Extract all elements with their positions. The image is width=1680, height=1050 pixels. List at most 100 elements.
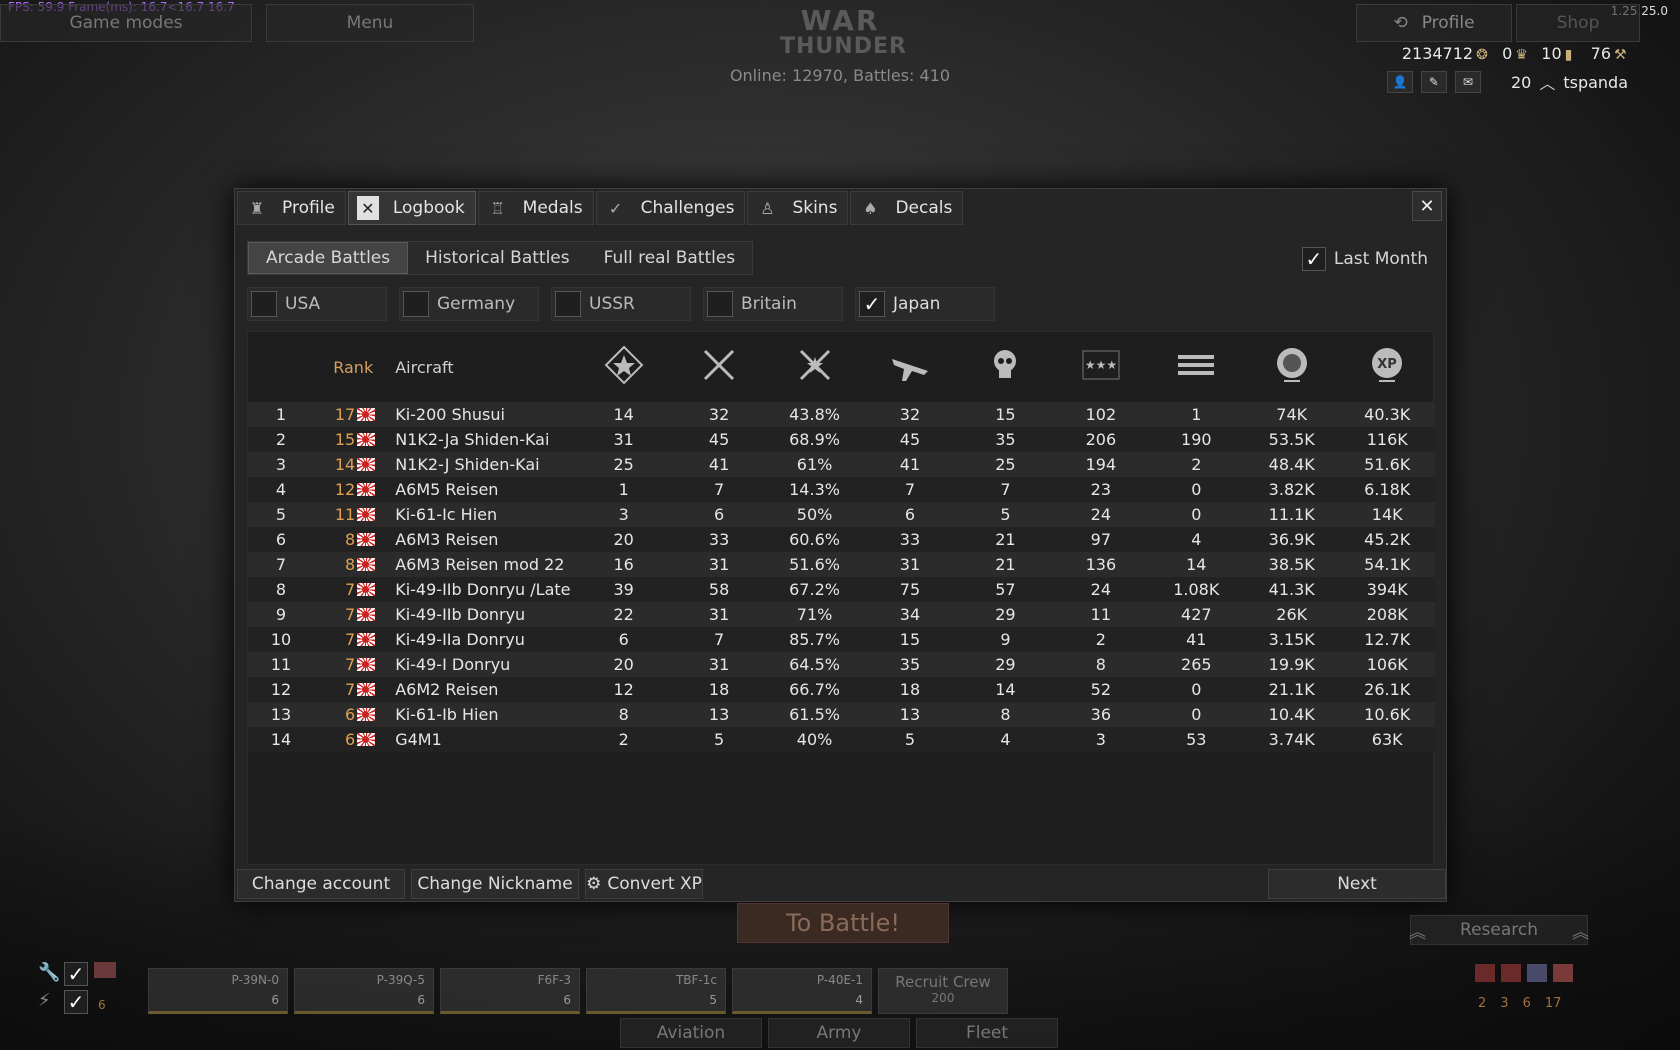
decals-icon: ♠: [863, 198, 878, 218]
header-air-kills[interactable]: ★★★: [1053, 332, 1148, 402]
row-stat: 35: [899, 655, 921, 674]
last-month-toggle[interactable]: ✓ Last Month: [1301, 247, 1428, 271]
crew-slot-3[interactable]: F6F-3 6: [440, 968, 580, 1014]
table-row[interactable]: 4 12 A6M5 Reisen 1 7 14.3% 7 7 23 0 3.82K 6.18K: [248, 477, 1435, 502]
tab-logbook[interactable]: ✕ Logbook: [347, 191, 476, 225]
change-nickname-button[interactable]: Change Nickname: [411, 869, 579, 899]
row-aircraft-name: Ki-49-IIb Donryu: [395, 605, 526, 624]
crew-slot-2[interactable]: P-39Q-5 6: [294, 968, 434, 1014]
ussr-checkbox[interactable]: [555, 291, 581, 317]
row-index: 8: [275, 580, 287, 599]
tab-medals[interactable]: ♖ Medals: [477, 191, 594, 225]
country-germany[interactable]: Germany: [399, 287, 539, 321]
country-ussr[interactable]: USSR: [551, 287, 691, 321]
japan-flag-icon: [357, 458, 376, 471]
country-usa[interactable]: USA: [247, 287, 387, 321]
menu-button[interactable]: Menu: [266, 4, 474, 42]
row-index: 10: [270, 630, 292, 649]
row-stat: 31: [899, 555, 921, 574]
header-deaths[interactable]: [958, 332, 1053, 402]
mode-arcade[interactable]: Arcade Battles: [248, 242, 409, 274]
table-row[interactable]: 10 7 Ki-49-IIa Donryu 6 7 85.7% 15 9 2 41 3.15K 12.…: [248, 627, 1435, 652]
tab-decals[interactable]: ♠ Decals: [850, 191, 964, 225]
row-stat: 12: [613, 680, 634, 699]
shop-button[interactable]: Shop: [1516, 4, 1640, 42]
nav-army[interactable]: Army: [768, 1018, 910, 1048]
tab-challenges[interactable]: ✓ Challenges: [595, 191, 746, 225]
row-stat: 51.6K: [1364, 455, 1411, 474]
tab-skins[interactable]: ♙ Skins: [747, 191, 849, 225]
crew-slot-5[interactable]: P-40E-1 4: [732, 968, 872, 1014]
britain-checkbox[interactable]: [707, 291, 733, 317]
table-row[interactable]: 12 7 A6M2 Reisen 12 18 66.7% 18 14 52 0 21.1K 26.1K: [248, 677, 1435, 702]
header-xp[interactable]: XP: [1339, 332, 1435, 402]
row-stat: 74K: [1276, 405, 1308, 424]
row-stat: 14K: [1371, 505, 1403, 524]
table-row[interactable]: 1 17 Ki-200 Shusui 14 32 43.8% 32 15 102 1 74K 40.3…: [248, 402, 1435, 427]
row-stat: 66.7%: [789, 680, 840, 699]
crew-slot-4[interactable]: TBF-1c 5: [586, 968, 726, 1014]
usa-checkbox[interactable]: [251, 291, 277, 317]
row-stat: 14: [995, 680, 1016, 699]
table-row[interactable]: 11 7 Ki-49-I Donryu 20 31 64.5% 35 29 8 265 19.9K 1…: [248, 652, 1435, 677]
header-rank[interactable]: Rank: [314, 332, 395, 402]
mode-full-real[interactable]: Full real Battles: [587, 242, 753, 274]
chat-icon[interactable]: ✎: [1420, 71, 1447, 93]
tab-profile[interactable]: ♜ Profile: [237, 191, 346, 225]
game-modes-button[interactable]: Game modes: [0, 4, 252, 42]
to-battle-button[interactable]: To Battle!: [737, 903, 949, 943]
header-victories[interactable]: [576, 332, 671, 402]
header-aircraft[interactable]: Aircraft: [395, 332, 576, 402]
row-rank: 7: [314, 677, 395, 702]
table-row[interactable]: 5 11 Ki-61-Ic Hien 3 6 50% 6 5 24 0 11.1K 14K: [248, 502, 1435, 527]
crew-slot-1[interactable]: P-39N-0 6: [148, 968, 288, 1014]
country-japan[interactable]: ✓ Japan: [855, 287, 995, 321]
row-index: 1: [275, 405, 287, 424]
table-row[interactable]: 3 14 N1K2-J Shiden-Kai 25 41 61% 41 25 194 2 48.4K…: [248, 452, 1435, 477]
row-stat: 2: [1095, 630, 1106, 649]
nav-aviation[interactable]: Aviation: [620, 1018, 762, 1048]
table-row[interactable]: 13 6 Ki-61-Ib Hien 8 13 61.5% 13 8 36 0 10.4K 10.6K: [248, 702, 1435, 727]
header-win-ratio[interactable]: [767, 332, 862, 402]
row-stat: 20: [613, 530, 634, 549]
close-button[interactable]: ✕: [1412, 191, 1442, 221]
table-row[interactable]: 14 6 G4M1 2 5 40% 5 4 3 53 3.74K 63K: [248, 727, 1435, 752]
header-silver-lions[interactable]: [1244, 332, 1339, 402]
row-rank: 6: [314, 702, 395, 727]
header-battles[interactable]: [671, 332, 766, 402]
japan-checkbox[interactable]: ✓: [859, 291, 885, 317]
table-row[interactable]: 8 7 Ki-49-IIb Donryu /Late 39 58 67.2% 75 57 24 1…: [248, 577, 1435, 602]
row-stat: 7: [714, 480, 725, 499]
table-row[interactable]: 6 8 A6M3 Reisen 20 33 60.6% 33 21 97 4 36.9K 45.2K: [248, 527, 1435, 552]
next-button[interactable]: Next: [1268, 869, 1446, 899]
change-account-button[interactable]: Change account: [237, 869, 405, 899]
mail-icon[interactable]: ✉: [1454, 71, 1481, 93]
row-stat: 8: [1095, 655, 1106, 674]
germany-checkbox[interactable]: [403, 291, 429, 317]
header-flights[interactable]: [862, 332, 957, 402]
convert-xp-button[interactable]: ⚙ Convert XP: [585, 869, 703, 899]
row-stat: 41.3K: [1268, 580, 1315, 599]
table-row[interactable]: 2 15 N1K2-Ja Shiden-Kai 31 45 68.9% 45 35 206 190…: [248, 427, 1435, 452]
header-ground-kills[interactable]: [1149, 332, 1244, 402]
table-row[interactable]: 7 8 A6M3 Reisen mod 22 16 31 51.6% 31 21 136 14 38…: [248, 552, 1435, 577]
row-stat: 0: [1191, 680, 1202, 699]
country-britain[interactable]: Britain: [703, 287, 843, 321]
profile-top-button[interactable]: ⟲ Profile: [1356, 4, 1512, 42]
recruit-crew-button[interactable]: Recruit Crew 200: [878, 968, 1008, 1014]
mode-historical[interactable]: Historical Battles: [408, 242, 586, 274]
friends-icon[interactable]: 👤: [1386, 71, 1413, 93]
username[interactable]: tspanda: [1563, 73, 1628, 92]
japan-flag-icon: [357, 408, 376, 421]
row-stat: 21: [995, 530, 1016, 549]
row-stat: 1.08K: [1173, 580, 1220, 599]
logo-line1: WAR: [800, 4, 880, 37]
table-row[interactable]: 9 7 Ki-49-IIb Donryu 22 31 71% 34 29 11 427 26K 208…: [248, 602, 1435, 627]
nav-fleet[interactable]: Fleet: [916, 1018, 1058, 1048]
row-stat: 116K: [1366, 430, 1408, 449]
header-index: [248, 332, 314, 402]
row-stat: 6: [618, 630, 629, 649]
last-month-checkbox[interactable]: ✓: [1301, 247, 1326, 271]
research-button[interactable]: ︽ Research ︽: [1409, 915, 1589, 945]
row-stat: 2: [618, 730, 629, 749]
